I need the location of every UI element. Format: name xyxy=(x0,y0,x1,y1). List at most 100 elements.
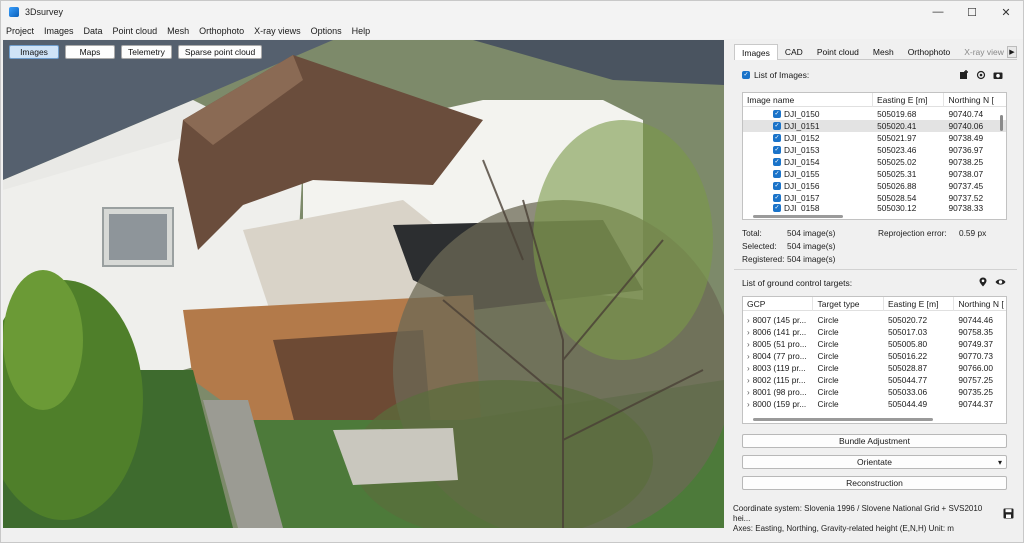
menu-mesh[interactable]: Mesh xyxy=(162,26,194,36)
maximize-button[interactable]: ☐ xyxy=(955,1,989,23)
gcp-table[interactable]: GCP Target type Easting E [m] Northing N… xyxy=(742,296,1007,424)
row-checkbox[interactable]: ✓ xyxy=(773,204,781,212)
table-row[interactable]: › 8003 (119 pr... Circle 505028.87 90766.… xyxy=(743,362,1006,374)
add-image-icon[interactable] xyxy=(959,70,969,80)
table-row[interactable]: › 8002 (115 pr... Circle 505044.77 90757.… xyxy=(743,374,1006,386)
row-checkbox[interactable]: ✓ xyxy=(773,134,781,142)
table-row[interactable]: ✓ DJI_0156 505026.88 90737.45 xyxy=(743,180,1006,192)
map-pin-icon[interactable] xyxy=(978,277,988,287)
view-tab-maps[interactable]: Maps xyxy=(65,45,115,59)
table-row[interactable]: ✓ DJI_0155 505025.31 90738.07 xyxy=(743,168,1006,180)
tab-images[interactable]: Images xyxy=(734,44,778,60)
row-checkbox[interactable]: ✓ xyxy=(773,194,781,202)
menu-data[interactable]: Data xyxy=(79,26,108,36)
row-checkbox[interactable]: ✓ xyxy=(773,158,781,166)
chevron-down-icon[interactable]: ▾ xyxy=(998,458,1002,467)
expand-chevron-icon[interactable]: › xyxy=(747,340,750,349)
save-icon[interactable] xyxy=(1003,508,1014,519)
table-row[interactable]: ✓ DJI_0154 505025.02 90738.25 xyxy=(743,156,1006,168)
expand-chevron-icon[interactable]: › xyxy=(747,352,750,361)
close-button[interactable]: ✕ xyxy=(989,1,1023,23)
image-viewport[interactable]: Images Maps Telemetry Sparse point cloud xyxy=(3,40,724,528)
column-northing[interactable]: Northing N [ xyxy=(944,93,1006,107)
expand-chevron-icon[interactable]: › xyxy=(747,400,750,409)
expand-chevron-icon[interactable]: › xyxy=(747,376,750,385)
total-label: Total: xyxy=(742,228,762,238)
app-window: 3Dsurvey — ☐ ✕ Project Images Data Point… xyxy=(0,0,1024,543)
table-row[interactable]: › 8005 (51 pro... Circle 505005.80 90749.… xyxy=(743,338,1006,350)
table-row-selected[interactable]: ✓ DJI_0151 505020.41 90740.06 xyxy=(743,120,1006,132)
target-icon[interactable] xyxy=(976,70,986,80)
column-target-type[interactable]: Target type xyxy=(813,297,884,311)
column-easting[interactable]: Easting E [m] xyxy=(873,93,945,107)
gcp-name: 8004 (77 pro... xyxy=(752,351,807,361)
images-list-checkbox[interactable]: ✓ xyxy=(742,71,750,79)
row-checkbox[interactable]: ✓ xyxy=(773,122,781,130)
gcp-list-tools xyxy=(978,277,1006,287)
tab-xray-view[interactable]: X-ray view xyxy=(957,44,1011,60)
table-row[interactable]: › 8006 (141 pr... Circle 505017.03 90758.… xyxy=(743,326,1006,338)
menu-project[interactable]: Project xyxy=(1,26,39,36)
row-checkbox[interactable]: ✓ xyxy=(773,182,781,190)
images-table-horizontal-scrollbar[interactable] xyxy=(753,215,843,218)
row-checkbox[interactable]: ✓ xyxy=(773,170,781,178)
expand-chevron-icon[interactable]: › xyxy=(747,328,750,337)
table-row-partial[interactable]: ✓ DJI_0158 505030.12 90738.33 xyxy=(743,204,1006,212)
gcp-easting: 505044.77 xyxy=(887,375,928,385)
image-northing: 90738.33 xyxy=(948,204,984,212)
column-gcp-easting[interactable]: Easting E [m] xyxy=(884,297,955,311)
expand-chevron-icon[interactable]: › xyxy=(747,388,750,397)
gcp-table-horizontal-scrollbar[interactable] xyxy=(753,418,933,421)
view-tab-sparse-point-cloud[interactable]: Sparse point cloud xyxy=(177,45,263,59)
images-table-vertical-scrollbar[interactable] xyxy=(1000,115,1003,131)
view-tab-images[interactable]: Images xyxy=(9,45,59,59)
row-checkbox[interactable]: ✓ xyxy=(773,110,781,118)
tab-cad[interactable]: CAD xyxy=(778,44,810,60)
menu-orthophoto[interactable]: Orthophoto xyxy=(194,26,249,36)
menu-images[interactable]: Images xyxy=(39,26,79,36)
table-row[interactable]: › 8001 (98 pro... Circle 505033.06 90735.… xyxy=(743,386,1006,398)
tab-orthophoto[interactable]: Orthophoto xyxy=(901,44,958,60)
image-name: DJI_0154 xyxy=(784,157,820,167)
view-tab-telemetry[interactable]: Telemetry xyxy=(121,45,172,59)
expand-chevron-icon[interactable]: › xyxy=(747,316,750,325)
image-easting: 505023.46 xyxy=(877,145,917,155)
table-row[interactable]: ✓ DJI_0152 505021.97 90738.49 xyxy=(743,132,1006,144)
row-checkbox[interactable]: ✓ xyxy=(773,146,781,154)
drone-photo xyxy=(3,40,724,528)
table-row[interactable]: ✓ DJI_0157 505028.54 90737.52 xyxy=(743,192,1006,204)
table-row[interactable]: ✓ DJI_0153 505023.46 90736.97 xyxy=(743,144,1006,156)
menu-help[interactable]: Help xyxy=(347,26,376,36)
table-row[interactable]: › 8000 (159 pr... Circle 505044.49 90744.… xyxy=(743,398,1006,410)
reconstruction-button[interactable]: Reconstruction xyxy=(742,476,1007,490)
tab-scroll-right-button[interactable]: ▶ xyxy=(1007,46,1017,58)
expand-chevron-icon[interactable]: › xyxy=(747,364,750,373)
tab-point-cloud[interactable]: Point cloud xyxy=(810,44,866,60)
images-table[interactable]: Image name Easting E [m] Northing N [ ✓ D… xyxy=(742,92,1007,220)
image-northing: 90738.07 xyxy=(948,169,984,179)
column-gcp-northing[interactable]: Northing N [ xyxy=(954,297,1006,311)
window-controls: — ☐ ✕ xyxy=(921,1,1023,23)
gcp-target-type: Circle xyxy=(817,375,839,385)
menu-point-cloud[interactable]: Point cloud xyxy=(108,26,163,36)
gcp-northing: 90744.46 xyxy=(958,315,994,325)
minimize-button[interactable]: — xyxy=(921,1,955,23)
menu-xray-views[interactable]: X-ray views xyxy=(249,26,306,36)
gcp-northing: 90766.00 xyxy=(958,363,994,373)
menu-options[interactable]: Options xyxy=(306,26,347,36)
camera-icon[interactable] xyxy=(993,70,1003,80)
table-row[interactable]: › 8004 (77 pro... Circle 505016.22 90770.… xyxy=(743,350,1006,362)
gcp-target-type: Circle xyxy=(817,315,839,325)
image-easting: 505019.68 xyxy=(877,109,917,119)
column-image-name[interactable]: Image name xyxy=(743,93,873,107)
registered-value: 504 image(s) xyxy=(787,254,836,264)
eye-icon[interactable] xyxy=(995,277,1006,287)
gcp-target-type: Circle xyxy=(817,339,839,349)
table-row[interactable]: › 8007 (145 pr... Circle 505020.72 90744.… xyxy=(743,314,1006,326)
tab-mesh[interactable]: Mesh xyxy=(866,44,901,60)
table-row[interactable]: ✓ DJI_0150 505019.68 90740.74 xyxy=(743,108,1006,120)
bundle-adjustment-button[interactable]: Bundle Adjustment xyxy=(742,434,1007,448)
orientate-button[interactable]: Orientate ▾ xyxy=(742,455,1007,469)
gcp-list-header: List of ground control targets: xyxy=(742,278,852,288)
column-gcp[interactable]: GCP xyxy=(743,297,814,311)
